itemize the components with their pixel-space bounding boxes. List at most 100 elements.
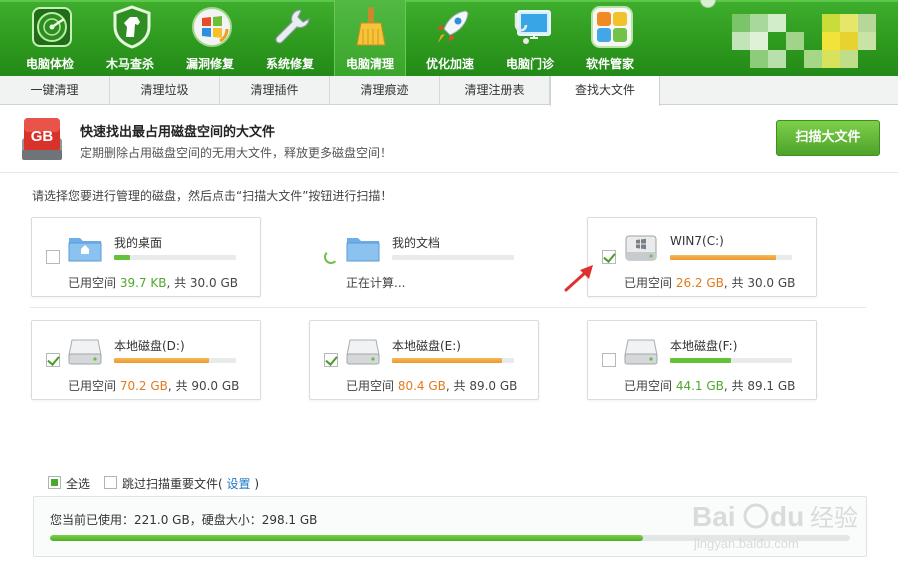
drive-usage-text: 已用空间 80.4 GB, 共 89.0 GB (346, 377, 517, 394)
total-space-text: , 共 89.0 GB (445, 379, 518, 393)
gb-storage-icon: GB (22, 118, 62, 160)
windows-patch-icon (192, 7, 232, 47)
annotation-arrow-icon (564, 265, 593, 292)
drive-status-text: 正在计算... (346, 276, 406, 290)
tab-clean-traces[interactable]: 清理痕迹 (330, 76, 440, 105)
tab-clean-plugins[interactable]: 清理插件 (220, 76, 330, 105)
drive-checkbox[interactable] (324, 353, 338, 367)
usage-prefix: 已用空间 (624, 276, 676, 290)
drive-usage-text: 已用空间 26.2 GB, 共 30.0 GB (624, 274, 795, 291)
tool-label: 木马查杀 (105, 57, 154, 71)
drive-usage-bar (392, 255, 514, 260)
tool-pc-cleanup[interactable]: 电脑清理 (334, 0, 406, 76)
instruction-text: 请选择您要进行管理的磁盘，然后点击“扫描大文件”按钮进行扫描！ (32, 189, 393, 203)
apps-grid-icon (591, 6, 633, 48)
tool-trojan-scan[interactable]: 木马查杀 (90, 0, 170, 76)
drive-name: 我的文档 (392, 236, 441, 250)
tool-label: 优化加速 (425, 57, 474, 71)
tool-label: 电脑门诊 (505, 57, 554, 71)
used-space-value: 44.1 GB (675, 379, 724, 393)
window-control-button[interactable] (700, 0, 716, 8)
tool-optimize[interactable]: 优化加速 (410, 0, 490, 76)
usage-prefix: 已用空间 (624, 379, 676, 393)
total-space-text: , 共 30.0 GB (166, 276, 238, 290)
page-title: 快速找出最占用磁盘空间的大文件 (80, 125, 276, 140)
scan-large-files-button[interactable]: 扫描大文件 (776, 120, 880, 156)
drive-usage-bar-fill (670, 358, 731, 363)
svg-text:Bai: Bai (692, 501, 736, 532)
disk-usage-bar-fill (50, 535, 643, 541)
drive-name: 我的桌面 (114, 236, 163, 250)
tab-one-click-clean[interactable]: 一键清理 (0, 76, 110, 105)
drive-name: 本地磁盘(D:) (114, 339, 185, 353)
drive-usage-text: 已用空间 70.2 GB, 共 90.0 GB (68, 377, 239, 394)
skip-important-files-checkbox[interactable] (104, 476, 117, 489)
usage-prefix: 已用空间 (346, 379, 398, 393)
horse-shield-icon (113, 5, 151, 49)
tab-find-large-files[interactable]: 查找大文件 (550, 76, 660, 106)
gb-icon-text: GB (31, 128, 54, 145)
svg-text:经验: 经验 (810, 504, 858, 532)
drive-card[interactable]: 本地磁盘(F:) 已用空间 44.1 GB, 共 89.1 GB (587, 320, 817, 400)
system-drive-icon (625, 235, 657, 261)
drive-checkbox[interactable] (46, 353, 60, 367)
tool-label: 电脑清理 (345, 57, 394, 71)
desktop-folder-icon (68, 238, 102, 262)
tool-label: 软件管家 (585, 57, 634, 71)
baidu-watermark-logo: Bai du 经验 jingyan.baidu.com (692, 501, 858, 551)
drive-usage-bar (114, 255, 236, 260)
drive-name: 本地磁盘(F:) (670, 339, 738, 353)
drive-card[interactable]: WIN7(C:) 已用空间 26.2 GB, 共 30.0 GB (587, 217, 817, 297)
total-space-text: , 共 30.0 GB (723, 276, 796, 290)
hard-drive-icon (346, 339, 380, 365)
total-space-text: , 共 89.1 GB (723, 379, 796, 393)
tool-system-repair[interactable]: 系统修复 (250, 0, 330, 76)
drive-checkbox[interactable] (602, 250, 616, 264)
drive-card[interactable]: 本地磁盘(D:) 已用空间 70.2 GB, 共 90.0 GB (31, 320, 261, 400)
drive-name: WIN7(C:) (670, 234, 724, 248)
drive-card[interactable]: 我的桌面已用空间 39.7 KB, 共 30.0 GB (31, 217, 261, 297)
svg-text:du: du (770, 501, 804, 532)
drive-checkbox[interactable] (602, 353, 616, 367)
drive-name: 本地磁盘(E:) (392, 339, 461, 353)
used-space-value: 70.2 GB (119, 379, 168, 393)
tool-patch-fix[interactable]: 漏洞修复 (170, 0, 250, 76)
divider (30, 307, 866, 308)
skip-label-close: ) (254, 477, 260, 491)
drive-usage-text: 已用空间 44.1 GB, 共 89.1 GB (624, 377, 795, 394)
tool-pc-checkup[interactable]: 电脑体检 (10, 0, 90, 76)
select-all-label: 全选 (66, 477, 91, 491)
drive-card[interactable]: 本地磁盘(E:) 已用空间 80.4 GB, 共 89.0 GB (309, 320, 539, 400)
drive-usage-bar-fill (392, 358, 502, 363)
tab-clean-junk[interactable]: 清理垃圾 (110, 76, 220, 105)
rocket-icon (437, 10, 469, 43)
drive-card[interactable]: 我的文档正在计算... (309, 217, 539, 297)
tool-label: 电脑体检 (25, 57, 74, 71)
skip-label-text: 跳过扫描重要文件( (122, 477, 223, 491)
used-space-value: 80.4 GB (397, 379, 446, 393)
drive-usage-text: 已用空间 39.7 KB, 共 30.0 GB (68, 274, 238, 291)
drive-usage-bar-fill (114, 358, 210, 363)
tool-pc-clinic[interactable]: 电脑门诊 (490, 0, 570, 76)
drive-usage-bar-fill (114, 255, 130, 260)
drive-checkbox[interactable] (46, 250, 60, 264)
divider (0, 172, 898, 173)
tab-clean-registry[interactable]: 清理注册表 (440, 76, 550, 105)
hard-drive-icon (68, 339, 102, 365)
drive-usage-bar (670, 255, 792, 260)
disk-usage-text: 您当前已使用：221.0 GB，硬盘大小：298.1 GB (50, 513, 318, 527)
app-window: { "toolbar": { "items": [ {"label": "电脑体… (0, 0, 898, 572)
svg-text:jingyan.baidu.com: jingyan.baidu.com (693, 536, 799, 551)
used-space-value: 26.2 GB (675, 276, 724, 290)
drive-usage-bar (114, 358, 236, 363)
tool-software-manager[interactable]: 软件管家 (570, 0, 650, 76)
drive-usage-bar (392, 358, 514, 363)
drive-usage-bar-fill (670, 255, 777, 260)
select-all-checkbox[interactable] (48, 476, 61, 489)
hard-drive-icon (624, 339, 658, 365)
page-subtitle: 定期删除占用磁盘空间的无用大文件，释放更多磁盘空间！ (80, 146, 393, 160)
skip-important-files-label: 跳过扫描重要文件( 设置 ) (122, 475, 259, 492)
tool-label: 漏洞修复 (185, 57, 234, 71)
settings-link[interactable]: 设置 (227, 477, 251, 491)
total-space-text: , 共 90.0 GB (167, 379, 240, 393)
